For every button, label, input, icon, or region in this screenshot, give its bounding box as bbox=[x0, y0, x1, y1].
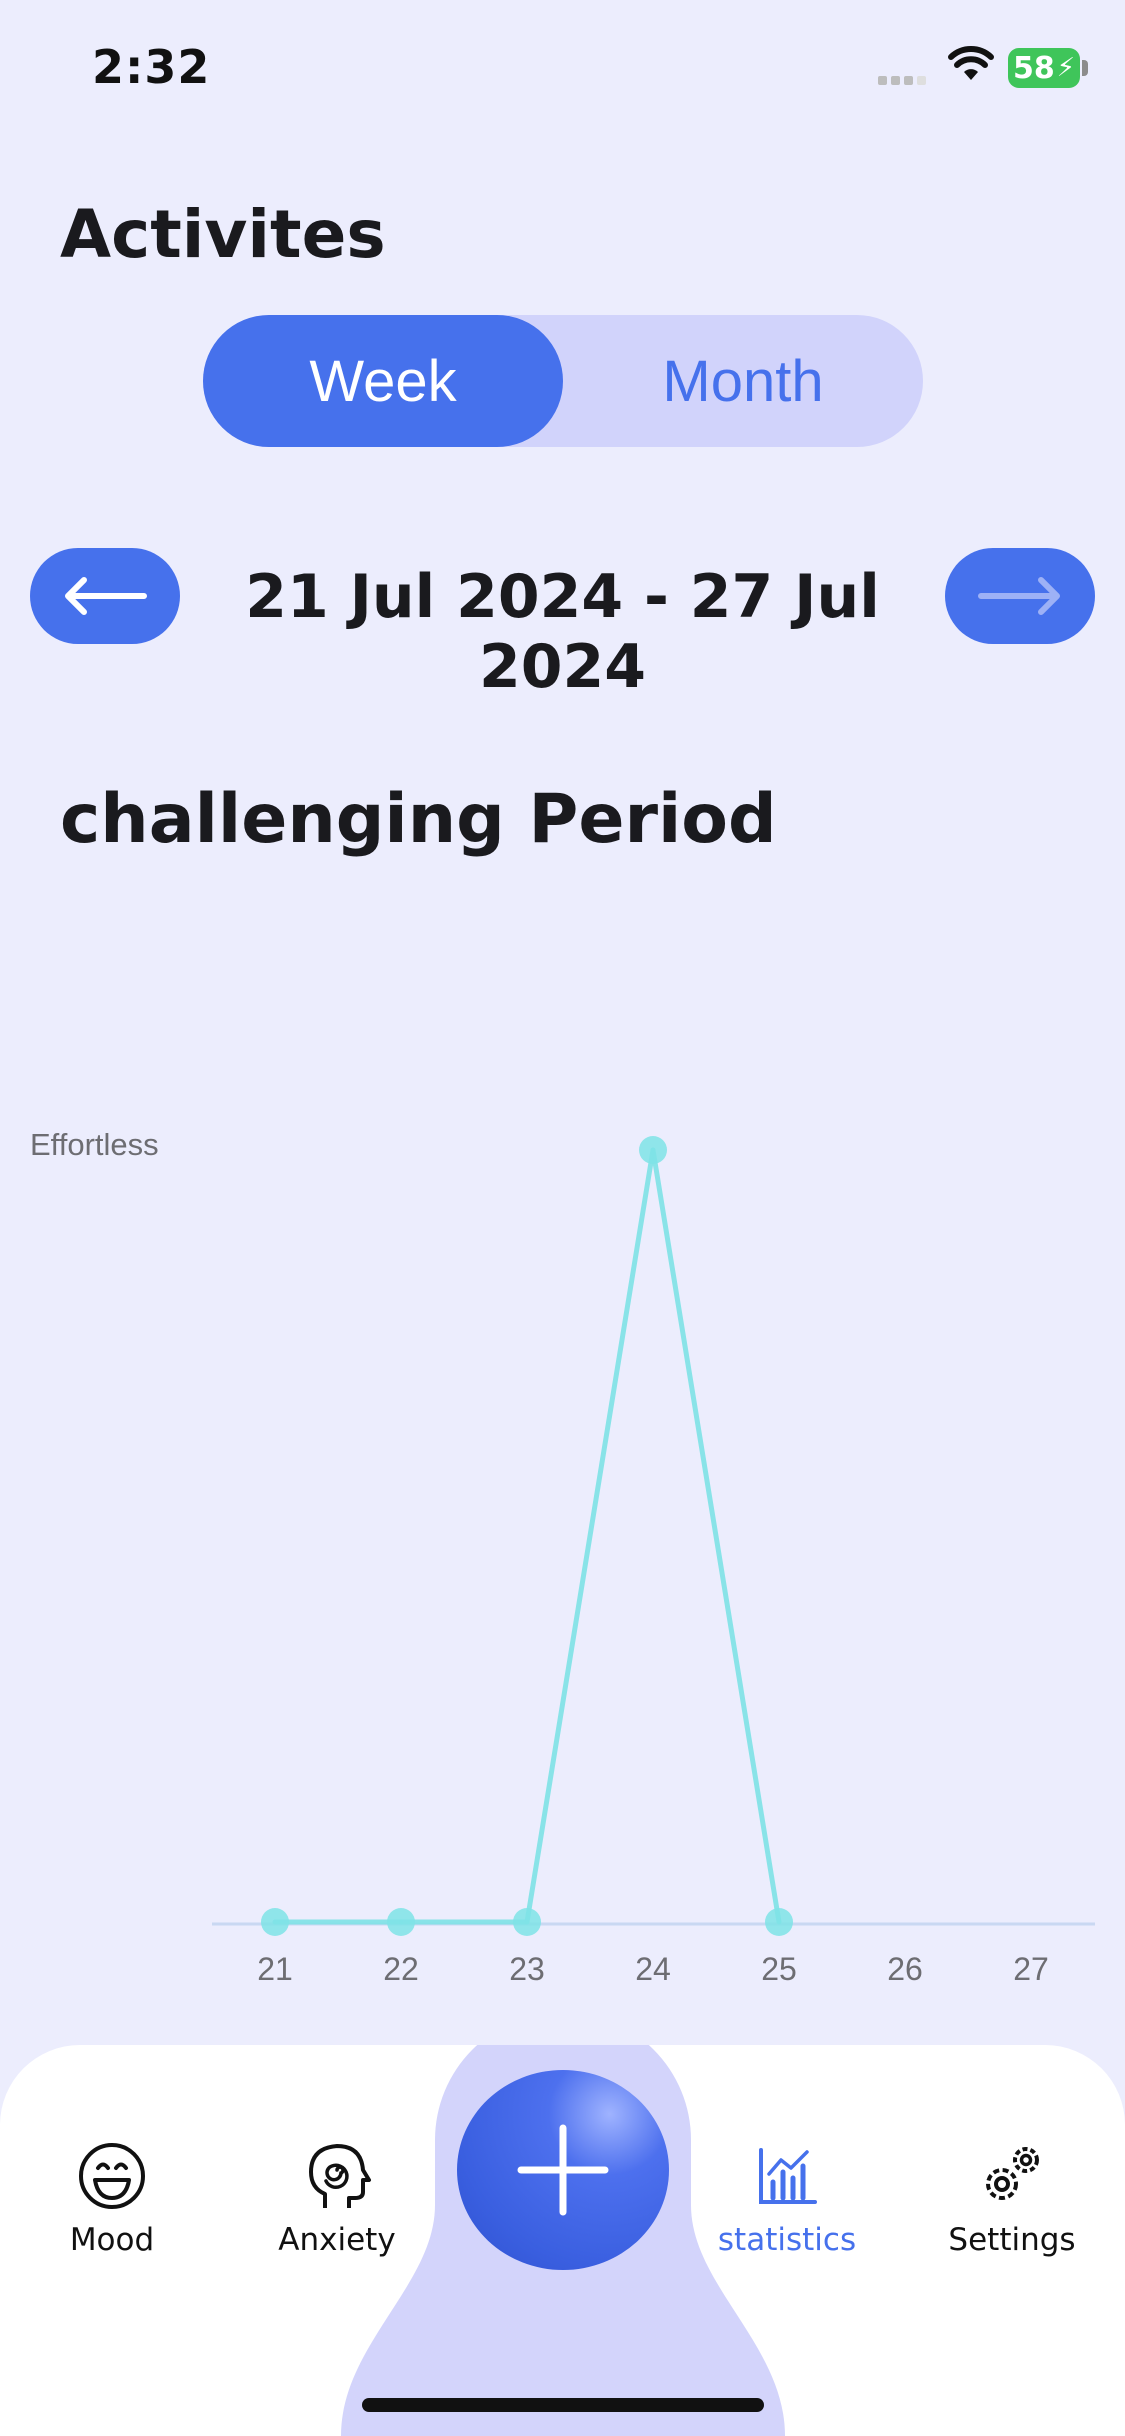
head-spiral-icon bbox=[309, 2144, 371, 2208]
gears-icon bbox=[986, 2147, 1039, 2200]
wifi-icon bbox=[948, 46, 994, 80]
x-tick-label: 25 bbox=[761, 1951, 797, 1987]
x-tick-label: 27 bbox=[1013, 1951, 1049, 1987]
x-tick-label: 21 bbox=[257, 1951, 293, 1987]
battery-level: 58 bbox=[1012, 50, 1055, 86]
series-line-segment bbox=[524, 1147, 656, 1925]
tab-mood[interactable]: Mood bbox=[12, 2140, 212, 2258]
previous-week-button[interactable] bbox=[30, 548, 180, 644]
data-point bbox=[765, 1908, 793, 1936]
battery-indicator: 58 ⚡ bbox=[1008, 48, 1080, 88]
tab-statistics[interactable]: statistics bbox=[687, 2140, 887, 2258]
x-tick-label: 22 bbox=[383, 1951, 419, 1987]
cellular-signal-icon bbox=[878, 76, 926, 85]
data-point bbox=[513, 1908, 541, 1936]
charging-bolt-icon: ⚡ bbox=[1056, 53, 1075, 83]
next-week-button[interactable] bbox=[945, 548, 1095, 644]
tab-anxiety-label: Anxiety bbox=[278, 2222, 396, 2258]
y-axis-top-label: Effortless bbox=[30, 1127, 159, 1162]
plus-icon bbox=[517, 2124, 609, 2216]
tab-statistics-label: statistics bbox=[717, 2222, 857, 2258]
data-point bbox=[261, 1908, 289, 1936]
date-range-label: 21 Jul 2024 - 27 Jul 2024 bbox=[245, 562, 880, 702]
home-indicator bbox=[362, 2398, 764, 2412]
toggle-week-button[interactable]: Week bbox=[203, 315, 563, 447]
series-line-segment bbox=[650, 1147, 782, 1925]
toggle-month-button[interactable]: Month bbox=[563, 315, 923, 447]
smile-icon bbox=[79, 2143, 145, 2209]
x-tick-label: 23 bbox=[509, 1951, 545, 1987]
tab-settings[interactable]: Settings bbox=[912, 2140, 1112, 2258]
tab-mood-label: Mood bbox=[69, 2222, 155, 2258]
tab-anxiety[interactable]: Anxiety bbox=[237, 2140, 437, 2258]
data-point bbox=[639, 1136, 667, 1164]
arrow-right-icon bbox=[978, 577, 1060, 615]
x-tick-label: 26 bbox=[887, 1951, 923, 1987]
add-activity-button[interactable] bbox=[457, 2070, 669, 2270]
tab-settings-label: Settings bbox=[948, 2222, 1076, 2258]
activity-line-chart: Effortless 21 22 23 24 25 26 27 bbox=[30, 1127, 1095, 1987]
x-tick-label: 24 bbox=[635, 1951, 671, 1987]
arrow-left-icon bbox=[65, 577, 147, 615]
section-title: challenging Period bbox=[60, 780, 777, 859]
battery-tip bbox=[1082, 60, 1088, 76]
status-time: 2:32 bbox=[92, 40, 211, 94]
data-point bbox=[387, 1908, 415, 1936]
page-title: Activites bbox=[60, 196, 386, 273]
bar-chart-icon bbox=[759, 2148, 817, 2204]
